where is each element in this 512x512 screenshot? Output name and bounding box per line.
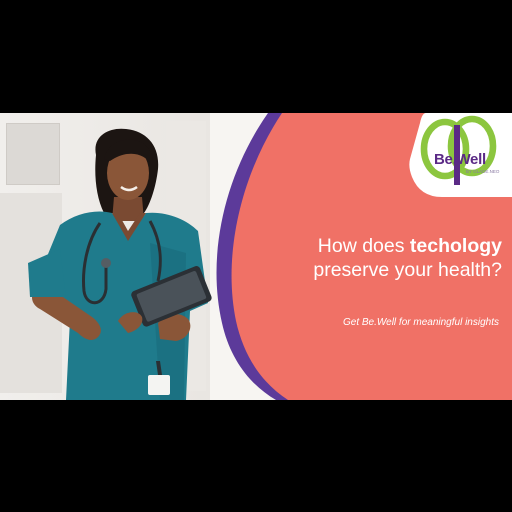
brand-logo-card: Be.Well BY GLADE.NEO — [408, 113, 512, 197]
headline-prefix: How does — [317, 235, 410, 257]
tagline: Get Be.Well for meaningful insights — [342, 317, 499, 328]
headline-line-1: How does techology — [288, 234, 502, 258]
brand-subtitle: BY GLADE.NEO — [466, 169, 500, 174]
headline-bold-word: techology — [409, 235, 502, 257]
brand-name: Be.Well — [434, 151, 486, 168]
headline: How does techology preserve your health? — [288, 234, 502, 282]
headline-line-2: preserve your health? — [313, 259, 502, 281]
letterbox-frame: Be.Well BY GLADE.NEO How does techology … — [0, 0, 512, 512]
promo-banner: Be.Well BY GLADE.NEO How does techology … — [0, 113, 512, 400]
